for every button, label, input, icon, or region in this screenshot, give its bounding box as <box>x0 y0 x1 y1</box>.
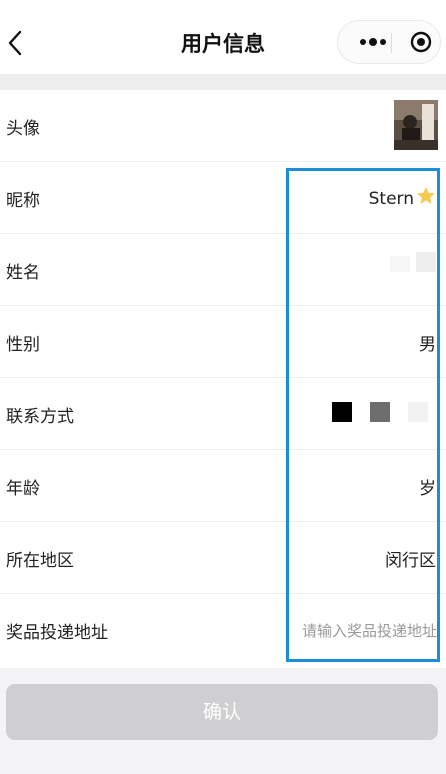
row-label: 奖品投递地址 <box>6 623 108 643</box>
confirm-button[interactable]: 确认 <box>6 684 438 740</box>
navigation-bar: 用户信息 <box>0 0 446 74</box>
target-icon[interactable] <box>410 31 432 53</box>
row-avatar[interactable]: 头像 <box>0 90 446 162</box>
highlight-box <box>286 168 440 662</box>
mini-program-capsule <box>337 20 441 64</box>
row-label: 年龄 <box>6 479 40 499</box>
avatar[interactable] <box>394 100 438 150</box>
row-label: 姓名 <box>6 263 40 283</box>
row-label: 昵称 <box>6 191 40 211</box>
capsule-divider <box>391 33 392 53</box>
row-label: 所在地区 <box>6 551 74 571</box>
row-label: 头像 <box>6 119 40 139</box>
section-gap <box>0 74 446 90</box>
row-label: 性别 <box>6 335 40 355</box>
more-icon[interactable] <box>358 33 388 51</box>
row-label: 联系方式 <box>6 407 74 427</box>
